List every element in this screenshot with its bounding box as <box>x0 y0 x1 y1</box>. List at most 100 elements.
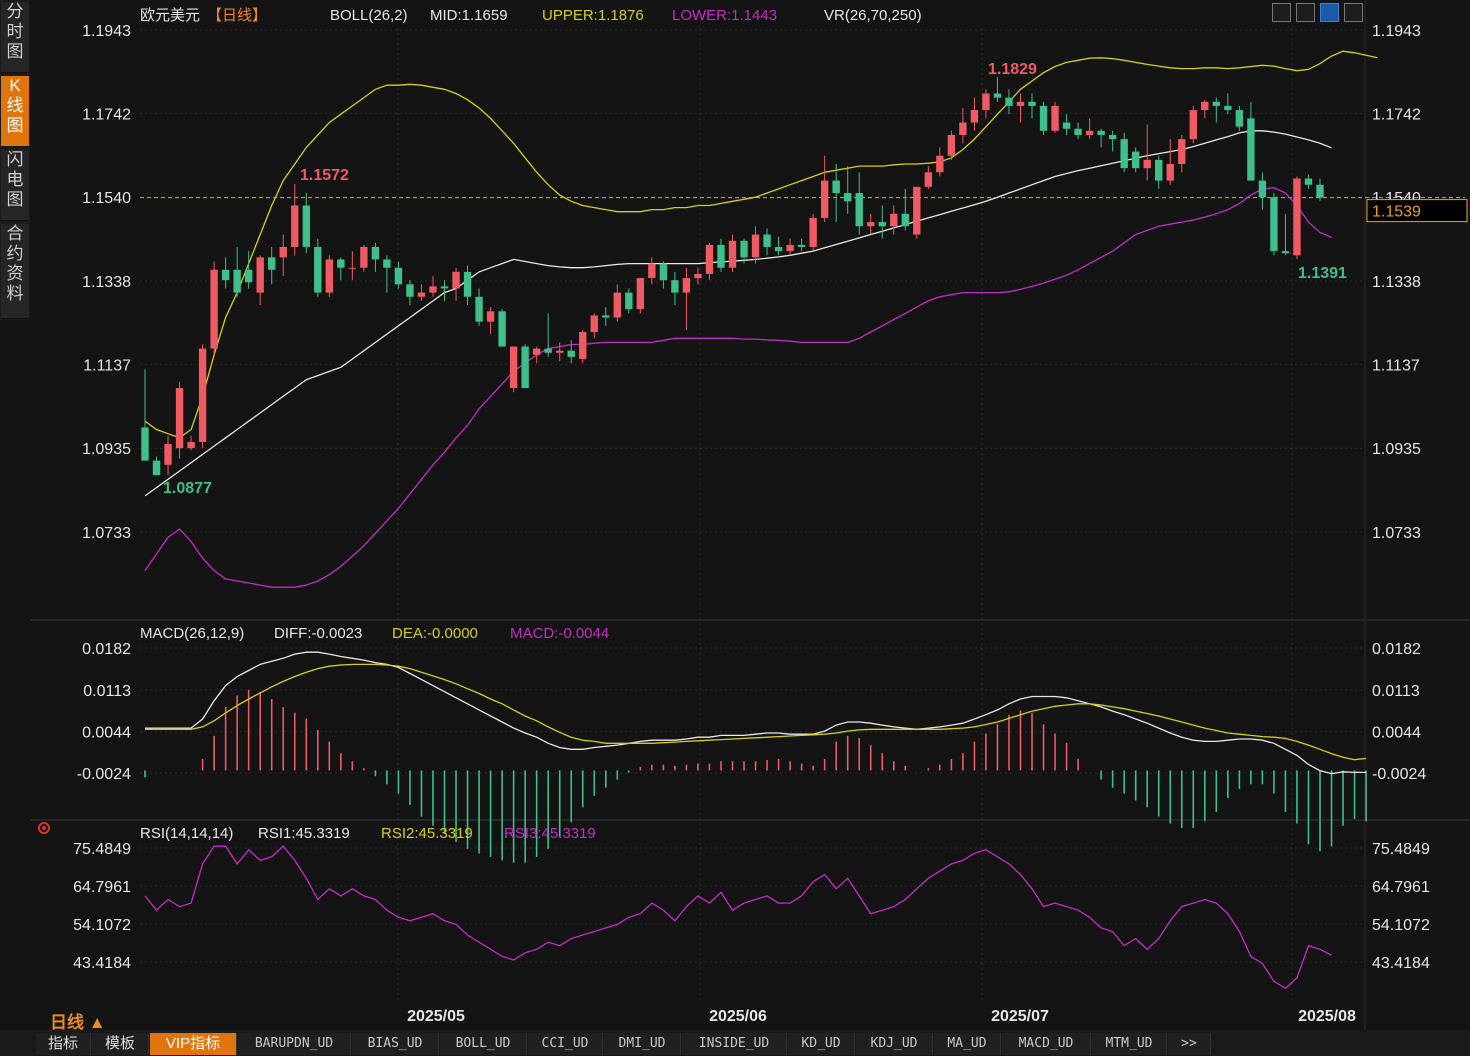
rsi-rsi1-legend: RSI1:45.3319 <box>258 825 350 842</box>
candle-body <box>1258 180 1267 198</box>
candle-body <box>740 240 748 258</box>
candle-body <box>256 257 264 293</box>
boll-indicator-label[interactable]: BOLL(26,2) <box>330 7 408 24</box>
boll-lower-value: LOWER:1.1443 <box>672 7 777 24</box>
macd-y-tick-left: 0.0182 <box>82 641 131 658</box>
record-icon-dot <box>42 826 46 830</box>
candle-body <box>486 311 495 322</box>
candle-body <box>913 186 921 235</box>
candle-body <box>1304 178 1313 185</box>
candle-body <box>371 246 380 260</box>
boll-mid-line <box>144 130 1332 497</box>
macd-diff-line <box>145 651 1367 775</box>
x-axis-tick-label: 2025/05 <box>407 1008 465 1025</box>
rsi-rsi2-legend: RSI2:45.3319 <box>381 825 473 842</box>
candle-body <box>579 332 587 359</box>
candle-body <box>348 267 357 269</box>
vr-indicator-label[interactable]: VR(26,70,250) <box>824 7 922 24</box>
candle-body <box>751 234 760 258</box>
macd-title: MACD(26,12,9) <box>140 625 244 642</box>
candle-body <box>602 315 610 318</box>
tab-barupdn[interactable]: BARUPDN_UD <box>238 1033 351 1055</box>
tab-cci[interactable]: CCI_UD <box>528 1033 603 1055</box>
candle-body <box>1212 101 1221 106</box>
candle-body <box>1235 110 1244 127</box>
y-axis-tick-label-right: 1.1742 <box>1372 106 1421 123</box>
tab-template[interactable]: 模板 <box>92 1033 149 1055</box>
macd-dea-legend: DEA:-0.0000 <box>392 625 478 642</box>
candle-body <box>682 278 691 293</box>
tab-dmi[interactable]: DMI_UD <box>604 1033 681 1055</box>
candle-body <box>429 286 437 293</box>
chart-view-icon[interactable] <box>1320 3 1339 22</box>
tab-indicator[interactable]: 指标 <box>36 1033 91 1055</box>
candle-body <box>1016 101 1025 106</box>
rsi-y-tick-left: 64.7961 <box>73 879 131 896</box>
x-axis-tick-label: 2025/06 <box>709 1008 767 1025</box>
tab-kd[interactable]: KD_UD <box>788 1033 855 1055</box>
rsi-y-tick-right: 54.1072 <box>1372 917 1430 934</box>
candle-body <box>475 296 483 322</box>
candle-body <box>1247 118 1255 181</box>
rsi-title: RSI(14,14,14) <box>140 825 233 842</box>
boll-upper-line <box>144 50 1378 439</box>
tab-ma[interactable]: MA_UD <box>934 1033 1001 1055</box>
candle-body <box>959 122 967 135</box>
chart-canvas[interactable]: 2025/05 2025/06 2025/07 2025/08 1.1943 1.1943… <box>0 0 1470 1030</box>
y-axis-tick-label-left: 1.1338 <box>82 274 131 291</box>
candle-body <box>509 346 518 389</box>
annotation-high-1: 1.1572 <box>300 167 349 184</box>
candle-body <box>947 134 956 156</box>
rsi-y-tick-right: 75.4849 <box>1372 841 1430 858</box>
candle-body <box>694 273 702 279</box>
candle-body <box>1316 184 1324 198</box>
table-view-icon[interactable] <box>1296 3 1315 22</box>
candle-body <box>924 172 933 187</box>
y-axis-tick-label-left: 1.1540 <box>82 190 131 207</box>
candle-body <box>406 284 414 297</box>
candle-body <box>1074 128 1082 135</box>
candle-body <box>187 441 195 449</box>
candle-body <box>844 193 852 202</box>
x-axis-tick-label: 2025/08 <box>1298 1008 1356 1025</box>
candle-body <box>1178 139 1186 165</box>
candle-body <box>625 292 633 310</box>
candle-body <box>521 346 529 389</box>
candle-body <box>648 263 656 279</box>
candle-body <box>1062 122 1071 129</box>
candle-body <box>152 460 161 476</box>
candle-body <box>325 259 333 293</box>
candle-body <box>1120 139 1128 169</box>
candle-body <box>233 269 241 293</box>
rsi-rsi3-legend: RSI3:45.3319 <box>504 825 596 842</box>
candle-body <box>901 213 909 227</box>
candle-body <box>717 244 725 268</box>
y-axis-tick-label-right: 1.1943 <box>1372 23 1421 40</box>
rsi-y-tick-left: 75.4849 <box>73 841 131 858</box>
candle-body <box>763 234 771 247</box>
candle-body <box>1005 97 1013 106</box>
candle-body <box>175 388 184 449</box>
tab-inside[interactable]: INSIDE_UD <box>682 1033 787 1055</box>
tab-kdj[interactable]: KDJ_UD <box>856 1033 933 1055</box>
tab-macd[interactable]: MACD_UD <box>1002 1033 1091 1055</box>
tab-mtm[interactable]: MTM_UD <box>1092 1033 1167 1055</box>
candle-body <box>1166 164 1174 181</box>
candle-body <box>1281 251 1290 254</box>
layout-icon[interactable] <box>1344 3 1363 22</box>
candle-body <box>809 217 817 247</box>
tab-more[interactable]: >> <box>1168 1033 1211 1055</box>
candle-body <box>867 222 875 227</box>
crosshair-tool-icon[interactable] <box>1272 3 1291 22</box>
candle-body <box>1039 105 1048 131</box>
tab-vip-indicator[interactable]: VIP指标 <box>150 1033 237 1055</box>
symbol-name: 欧元美元 <box>140 7 200 24</box>
candle-body <box>383 259 391 268</box>
candle-body <box>1270 197 1278 252</box>
candle-body <box>498 311 506 347</box>
candle-body <box>1189 110 1197 140</box>
candle-body <box>360 246 368 268</box>
tab-bias[interactable]: BIAS_UD <box>352 1033 439 1055</box>
candle-body <box>774 246 783 252</box>
tab-boll[interactable]: BOLL_UD <box>440 1033 527 1055</box>
